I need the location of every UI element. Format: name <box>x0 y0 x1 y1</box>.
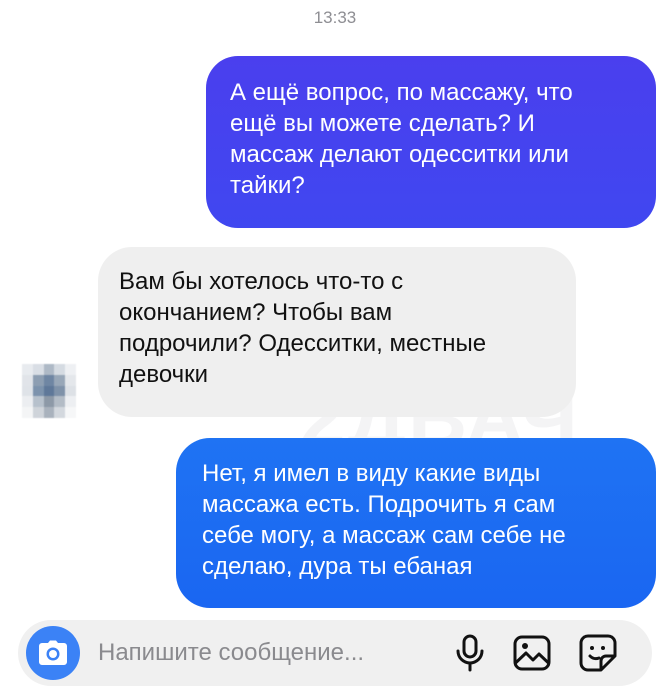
sticker-button[interactable] <box>578 633 618 673</box>
message-input[interactable] <box>98 630 438 676</box>
microphone-button[interactable] <box>450 633 490 673</box>
camera-button[interactable] <box>26 626 80 680</box>
sticker-icon <box>579 634 617 672</box>
image-gallery-icon <box>513 635 551 671</box>
chat-screen: 13:33 2ДВАЧ А ещё вопрос, по массажу, чт… <box>0 0 670 700</box>
incoming-message-bubble[interactable]: Вам бы хотелось что-то с окончанием? Что… <box>98 247 576 417</box>
outgoing-message-bubble[interactable]: А ещё вопрос, по массажу, что ещё вы мож… <box>206 56 656 228</box>
message-timestamp: 13:33 <box>313 8 357 27</box>
outgoing-message-bubble[interactable]: Нет, я имел в виду какие виды массажа ес… <box>176 438 656 608</box>
message-composer <box>18 620 652 686</box>
gallery-button[interactable] <box>512 633 552 673</box>
microphone-icon <box>456 634 484 672</box>
camera-icon <box>39 640 67 665</box>
sender-avatar[interactable] <box>22 364 76 418</box>
